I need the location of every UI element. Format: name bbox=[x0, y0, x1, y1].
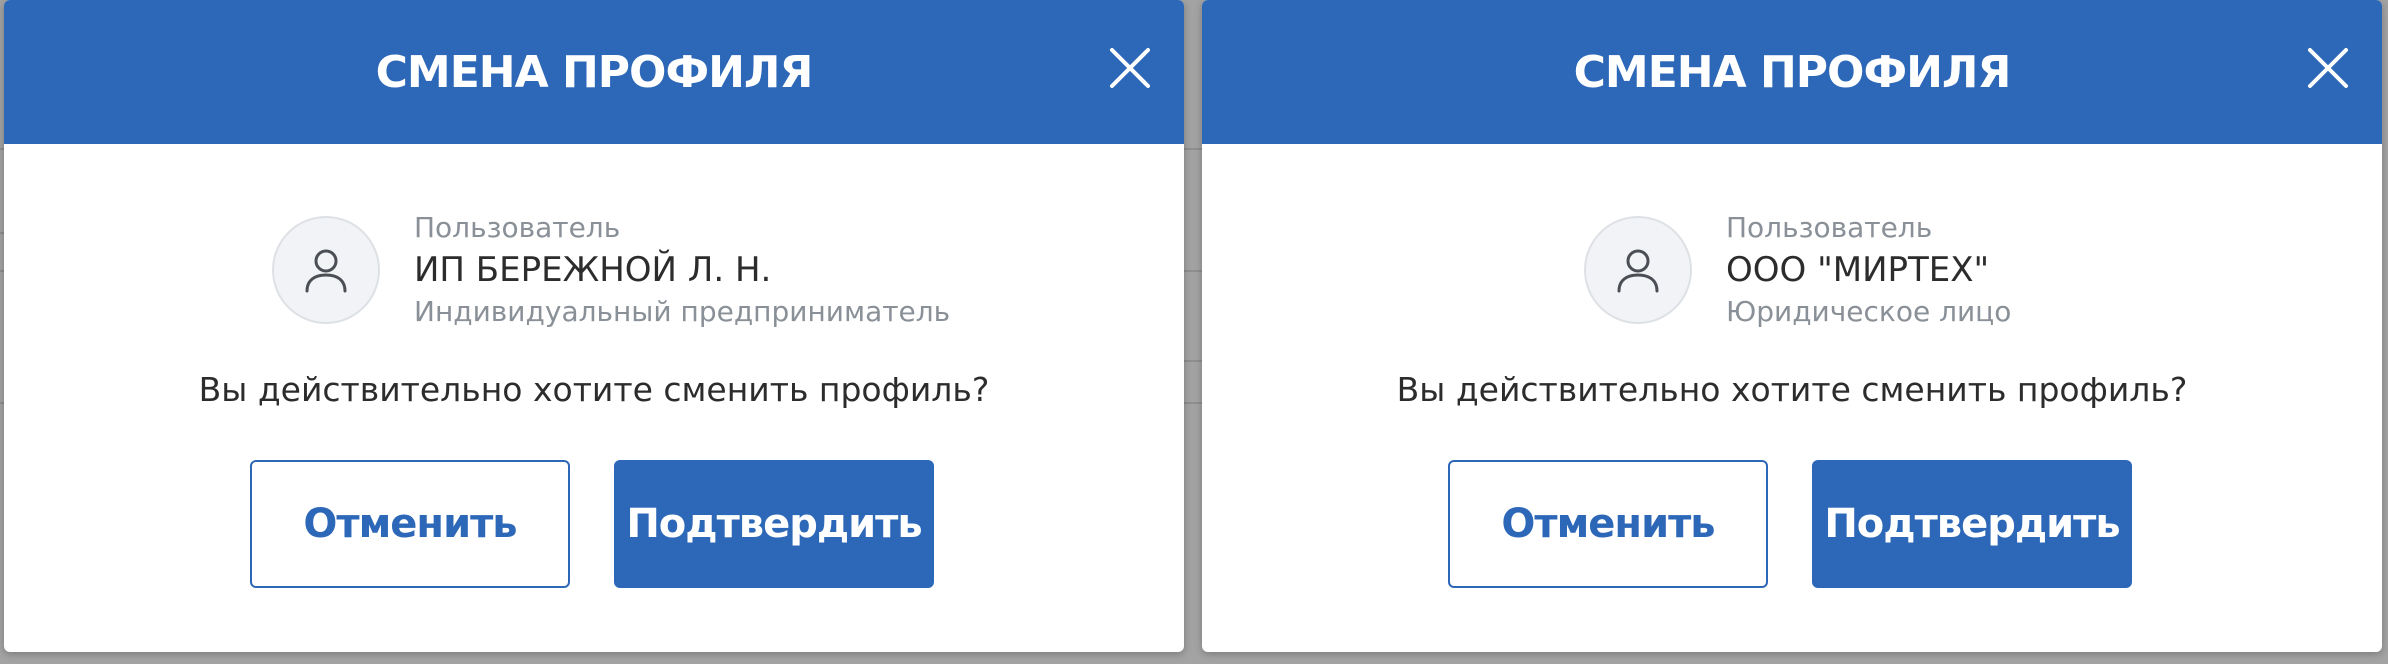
dialog-title: СМЕНА ПРОФИЛЯ bbox=[1573, 46, 2012, 98]
profile-info: Пользователь ИП БЕРЕЖНОЙ Л. Н. Индивидуа… bbox=[414, 210, 950, 330]
confirm-button[interactable]: Подтвердить bbox=[1812, 460, 2132, 588]
profile-type: Юридическое лицо bbox=[1726, 295, 2012, 328]
change-profile-dialog: СМЕНА ПРОФИЛЯ Пользователь ООО "МИРТЕХ" … bbox=[1202, 0, 2382, 652]
cancel-button[interactable]: Отменить bbox=[250, 460, 570, 588]
avatar bbox=[1584, 216, 1692, 324]
change-profile-dialog: СМЕНА ПРОФИЛЯ Пользователь ИП БЕРЕЖНОЙ Л… bbox=[4, 0, 1184, 652]
close-icon bbox=[2308, 48, 2348, 88]
confirm-button[interactable]: Подтвердить bbox=[614, 460, 934, 588]
dialog-header: СМЕНА ПРОФИЛЯ bbox=[1202, 0, 2382, 144]
profile-card: Пользователь ООО "МИРТЕХ" Юридическое ли… bbox=[1584, 210, 2011, 330]
profile-card: Пользователь ИП БЕРЕЖНОЙ Л. Н. Индивидуа… bbox=[272, 210, 950, 330]
avatar bbox=[272, 216, 380, 324]
profile-label: Пользователь bbox=[1726, 211, 1933, 244]
backdrop-divider bbox=[1184, 270, 1202, 272]
close-button[interactable] bbox=[2300, 40, 2356, 96]
user-icon bbox=[305, 249, 347, 293]
profile-name: ООО "МИРТЕХ" bbox=[1726, 250, 1990, 290]
confirmation-question: Вы действительно хотите сменить профиль? bbox=[198, 370, 990, 409]
user-icon bbox=[1617, 249, 1659, 293]
profile-label: Пользователь bbox=[414, 211, 621, 244]
dialog-title: СМЕНА ПРОФИЛЯ bbox=[375, 46, 814, 98]
close-button[interactable] bbox=[1102, 40, 1158, 96]
close-icon bbox=[1110, 48, 1150, 88]
backdrop-divider bbox=[1184, 360, 1202, 362]
cancel-button[interactable]: Отменить bbox=[1448, 460, 1768, 588]
profile-info: Пользователь ООО "МИРТЕХ" Юридическое ли… bbox=[1726, 210, 2011, 330]
dialog-header: СМЕНА ПРОФИЛЯ bbox=[4, 0, 1184, 144]
confirmation-question: Вы действительно хотите сменить профиль? bbox=[1396, 370, 2188, 409]
backdrop-divider bbox=[1184, 402, 1202, 404]
profile-type: Индивидуальный предприниматель bbox=[414, 295, 951, 328]
profile-name: ИП БЕРЕЖНОЙ Л. Н. bbox=[414, 250, 772, 290]
backdrop-divider bbox=[1184, 148, 1202, 150]
